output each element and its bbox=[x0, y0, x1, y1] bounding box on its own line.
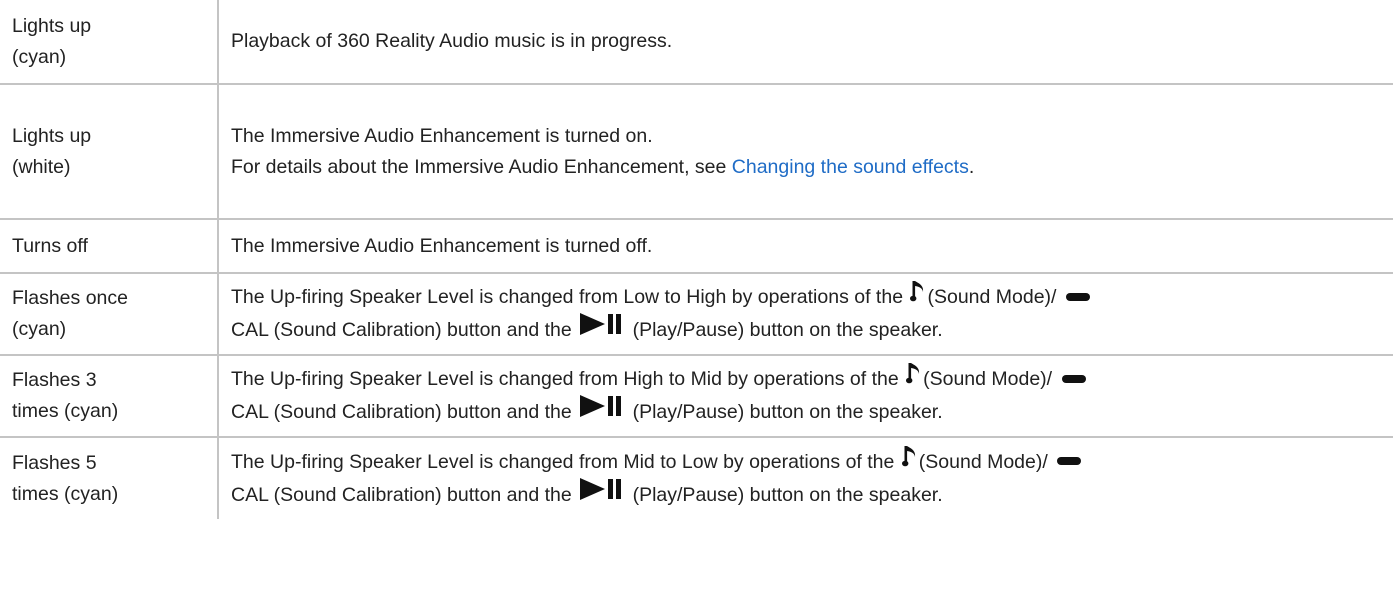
table-row: Flashes once (cyan) The Up-firing Speake… bbox=[0, 272, 1393, 356]
description-text: (Play/Pause) button on the speaker. bbox=[627, 401, 943, 424]
indicator-cell: Lights up (white) bbox=[0, 83, 219, 220]
table-row: Lights up (white) The Immersive Audio En… bbox=[0, 83, 1393, 220]
indicator-color: (cyan) bbox=[12, 45, 67, 68]
indicator-label: Lights up bbox=[12, 14, 92, 37]
description-line-1: The Up-firing Speaker Level is changed f… bbox=[231, 444, 1383, 480]
indicator-color: times (cyan) bbox=[12, 400, 119, 422]
description-text: The Immersive Audio Enhancement is turne… bbox=[231, 124, 653, 147]
description-text: (Sound Mode)/ bbox=[927, 286, 1062, 309]
table-row: Turns off The Immersive Audio Enhancemen… bbox=[0, 218, 1393, 274]
table-row: Flashes 5 times (cyan) The Up-firing Spe… bbox=[0, 436, 1393, 519]
indicator-cell: Lights up (cyan) bbox=[0, 0, 219, 85]
indicator-label: Turns off bbox=[12, 234, 88, 257]
indicator-label: Flashes 3 bbox=[12, 369, 97, 391]
description-text: The Up-firing Speaker Level is changed f… bbox=[231, 450, 900, 473]
indicator-color: times (cyan) bbox=[12, 482, 119, 505]
indicator-color: (cyan) bbox=[12, 318, 67, 340]
description-text: CAL (Sound Calibration) button and the bbox=[231, 401, 578, 424]
description-cell: The Up-firing Speaker Level is changed f… bbox=[217, 272, 1393, 356]
bar-icon bbox=[1061, 363, 1086, 394]
play-pause-icon bbox=[580, 395, 624, 427]
table-row: Lights up (cyan) Playback of 360 Reality… bbox=[0, 0, 1393, 85]
table-row: Flashes 3 times (cyan) The Up-firing Spe… bbox=[0, 354, 1393, 438]
description-text: CAL (Sound Calibration) button and the bbox=[231, 319, 578, 342]
description-text: Playback of 360 Reality Audio music is i… bbox=[231, 30, 673, 52]
description-line-1: The Up-firing Speaker Level is changed f… bbox=[231, 363, 1383, 397]
indicator-cell: Flashes 5 times (cyan) bbox=[0, 436, 219, 519]
description-text: (Sound Mode)/ bbox=[923, 368, 1058, 391]
description-text: CAL (Sound Calibration) button and the bbox=[231, 483, 578, 506]
indicator-status-table: Lights up (cyan) Playback of 360 Reality… bbox=[0, 0, 1393, 519]
description-text: (Sound Mode)/ bbox=[918, 450, 1054, 473]
description-cell: The Immersive Audio Enhancement is turne… bbox=[217, 83, 1393, 220]
description-text: (Play/Pause) button on the speaker. bbox=[627, 319, 943, 342]
description-line-2: CAL (Sound Calibration) button and the (… bbox=[231, 313, 1383, 347]
music-note-icon bbox=[910, 279, 926, 313]
description-text: (Play/Pause) button on the speaker. bbox=[627, 483, 943, 506]
indicator-label: Flashes once bbox=[12, 287, 128, 309]
description-text: The Up-firing Speaker Level is changed f… bbox=[231, 286, 909, 309]
indicator-color: (white) bbox=[12, 155, 71, 178]
description-cell: The Up-firing Speaker Level is changed f… bbox=[217, 354, 1393, 438]
description-cell: Playback of 360 Reality Audio music is i… bbox=[217, 0, 1393, 85]
indicator-label: Lights up bbox=[12, 124, 92, 147]
play-pause-icon bbox=[580, 477, 624, 510]
description-text: . bbox=[968, 155, 975, 178]
indicator-cell: Flashes 3 times (cyan) bbox=[0, 354, 219, 438]
description-text: The Up-firing Speaker Level is changed f… bbox=[231, 368, 905, 391]
bar-icon bbox=[1065, 281, 1090, 312]
indicator-cell: Flashes once (cyan) bbox=[0, 272, 219, 356]
description-line-2: CAL (Sound Calibration) button and the (… bbox=[231, 477, 1383, 512]
description-cell: The Up-firing Speaker Level is changed f… bbox=[217, 436, 1393, 519]
music-note-icon bbox=[901, 444, 918, 478]
description-line-1: The Up-firing Speaker Level is changed f… bbox=[231, 281, 1383, 315]
indicator-label: Flashes 5 bbox=[12, 451, 97, 474]
description-text: The Immersive Audio Enhancement is turne… bbox=[231, 234, 653, 257]
changing-sound-effects-link[interactable]: Changing the sound effects bbox=[732, 156, 969, 178]
description-line-2: CAL (Sound Calibration) button and the (… bbox=[231, 395, 1383, 429]
play-pause-icon bbox=[580, 313, 624, 345]
bar-icon bbox=[1057, 445, 1082, 476]
description-text: For details about the Immersive Audio En… bbox=[231, 155, 732, 178]
music-note-icon bbox=[906, 361, 922, 395]
description-cell: The Immersive Audio Enhancement is turne… bbox=[217, 218, 1393, 274]
description-detail: For details about the Immersive Audio En… bbox=[231, 152, 1383, 183]
indicator-cell: Turns off bbox=[0, 218, 219, 274]
